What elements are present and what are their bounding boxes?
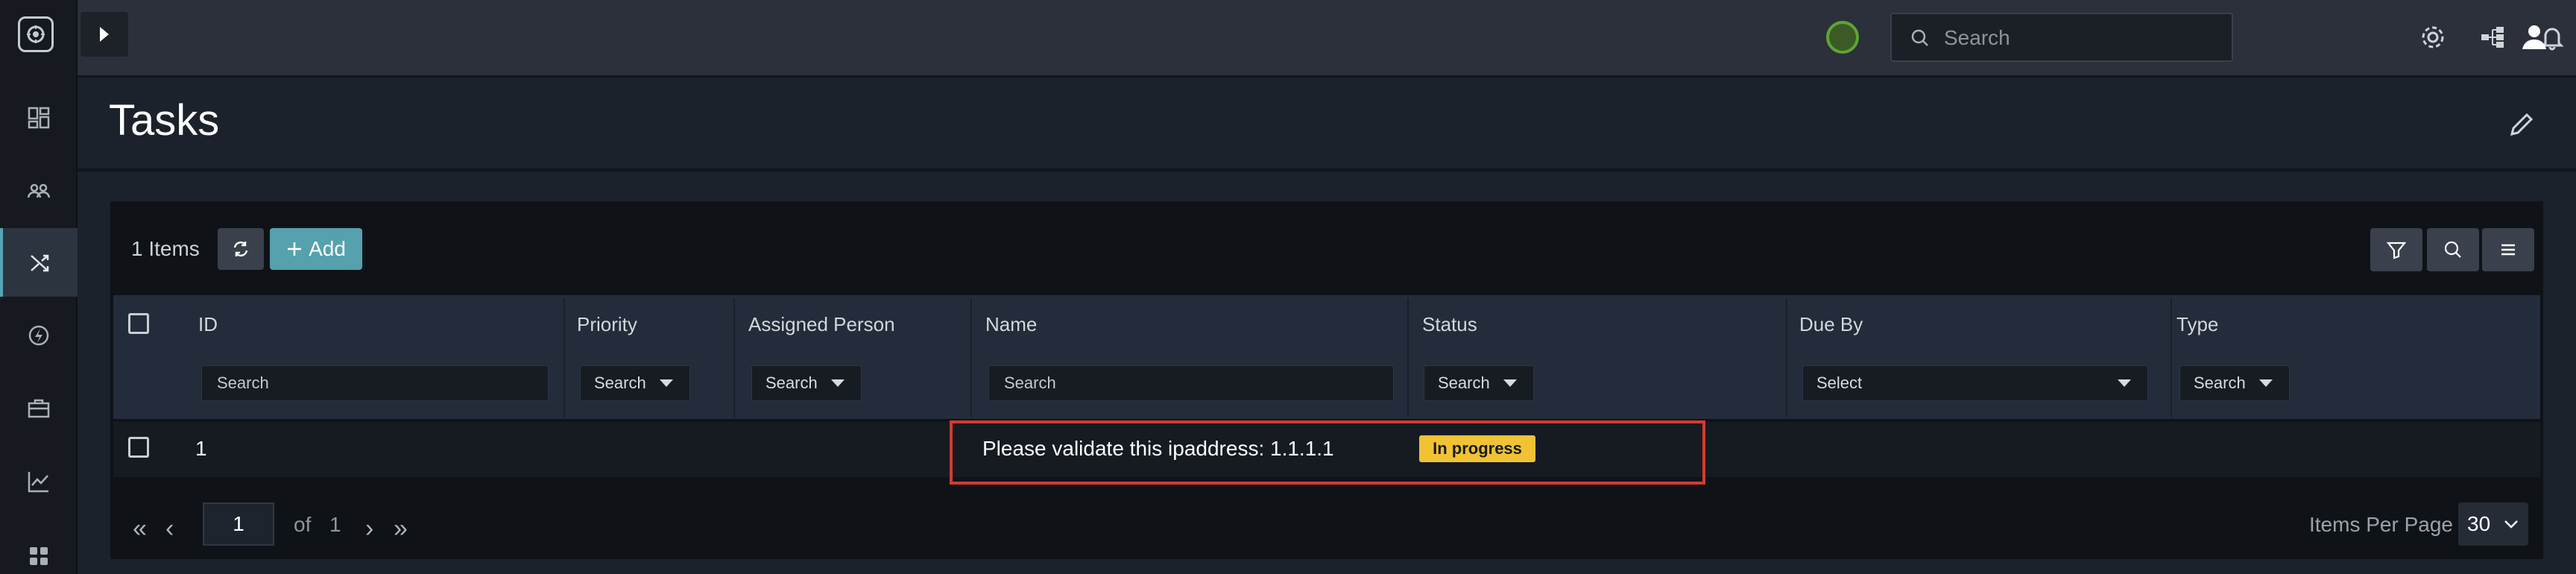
expand-sidebar-button[interactable] <box>80 12 128 57</box>
of-label: of <box>294 513 312 536</box>
nav-tasks-shuffle-icon[interactable] <box>0 228 78 297</box>
row-checkbox[interactable] <box>128 437 149 458</box>
nav-users-icon[interactable] <box>0 157 78 225</box>
id-filter-input[interactable] <box>201 365 549 401</box>
filter-funnel-icon <box>2386 242 2407 259</box>
nav-analytics-chart-icon[interactable] <box>0 447 78 516</box>
type-filter-label: Search <box>2194 373 2246 392</box>
nav-automation-bolt-icon[interactable] <box>0 301 78 370</box>
nav-dashboard-icon[interactable] <box>0 83 78 152</box>
page-number-input[interactable] <box>203 502 274 546</box>
items-per-page-label: Items Per Page <box>2309 513 2453 536</box>
total-pages: 1 <box>329 513 341 536</box>
add-button-label: Add <box>309 237 346 260</box>
divider <box>78 168 2576 171</box>
column-separator <box>1407 298 1409 417</box>
column-separator <box>564 298 565 417</box>
nav-apps-grid-icon[interactable] <box>0 522 78 574</box>
chevron-down-icon <box>2504 520 2518 529</box>
highlight-box <box>950 420 1705 485</box>
previous-page-icon[interactable]: ‹ <box>165 514 174 543</box>
column-header-assigned-person[interactable]: Assigned Person <box>748 313 895 336</box>
column-header-id[interactable]: ID <box>198 313 218 336</box>
app-logo-icon[interactable] <box>18 16 54 52</box>
refresh-button[interactable] <box>218 228 264 270</box>
due-by-filter-label: Select <box>1816 373 1863 392</box>
priority-filter-label: Search <box>594 373 646 392</box>
hierarchy-icon[interactable] <box>2475 19 2510 55</box>
priority-filter-dropdown[interactable]: Search <box>580 365 690 401</box>
column-header-name[interactable]: Name <box>985 313 1037 336</box>
caret-down-icon <box>2118 379 2131 387</box>
items-per-page-value: 30 <box>2467 512 2491 535</box>
status-filter-dropdown[interactable]: Search <box>1424 365 1534 401</box>
edit-pencil-icon[interactable] <box>2506 110 2536 140</box>
type-filter-dropdown[interactable]: Search <box>2179 365 2290 401</box>
column-separator <box>2171 298 2172 417</box>
due-by-filter-dropdown[interactable]: Select <box>1802 365 2148 401</box>
assigned-filter-label: Search <box>765 373 818 392</box>
refresh-icon <box>233 241 248 257</box>
add-button[interactable]: Add <box>270 228 362 270</box>
first-page-icon[interactable]: « <box>133 514 147 543</box>
next-page-icon[interactable]: › <box>365 514 373 543</box>
column-header-status[interactable]: Status <box>1422 313 1477 336</box>
column-separator <box>970 298 972 417</box>
status-filter-label: Search <box>1438 373 1490 392</box>
connection-status-icon[interactable] <box>1826 21 1859 54</box>
assigned-filter-dropdown[interactable]: Search <box>751 365 862 401</box>
last-page-icon[interactable]: » <box>394 514 408 543</box>
global-search-input[interactable] <box>1944 22 2220 54</box>
plus-icon <box>288 242 302 256</box>
global-search[interactable] <box>1890 13 2233 62</box>
column-separator <box>733 298 735 417</box>
select-all-checkbox[interactable] <box>128 313 149 334</box>
play-arrow-icon <box>100 27 109 42</box>
items-count: 1 Items <box>131 237 200 260</box>
caret-down-icon <box>660 379 673 387</box>
column-separator <box>1786 298 1787 417</box>
search-icon <box>1911 29 1928 46</box>
table-search-button[interactable] <box>2427 228 2479 271</box>
name-filter-input[interactable] <box>988 365 1394 401</box>
items-per-page-select[interactable]: 30 <box>2458 502 2528 546</box>
left-sidebar <box>0 0 78 574</box>
user-profile-icon[interactable] <box>2519 22 2549 52</box>
caret-down-icon <box>831 379 845 387</box>
filter-button[interactable] <box>2370 228 2422 271</box>
columns-menu-button[interactable] <box>2482 228 2534 271</box>
settings-gear-icon[interactable] <box>2415 19 2451 55</box>
search-icon <box>2444 241 2461 258</box>
page-title: Tasks <box>109 96 220 145</box>
top-bar <box>78 0 2576 78</box>
column-header-type[interactable]: Type <box>2176 313 2218 336</box>
caret-down-icon <box>2259 379 2273 387</box>
menu-lines-icon <box>2501 244 2515 256</box>
nav-cases-briefcase-icon[interactable] <box>0 374 78 443</box>
row-id: 1 <box>195 437 207 460</box>
column-header-priority[interactable]: Priority <box>577 313 637 336</box>
column-header-due-by[interactable]: Due By <box>1799 313 1863 336</box>
caret-down-icon <box>1503 379 1517 387</box>
